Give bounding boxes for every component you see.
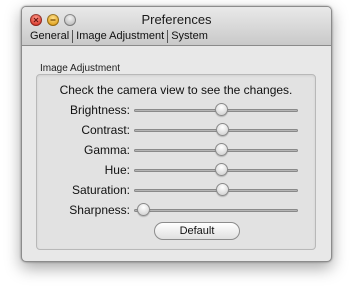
sharpness-slider[interactable] [134,201,298,219]
preferences-window: Preferences General Image Adjustment Sys… [21,6,332,262]
contrast-label: Contrast: [81,123,130,137]
slider-track[interactable] [134,209,298,212]
contrast-slider[interactable] [134,121,298,139]
slider-knob[interactable] [216,183,230,196]
brightness-label: Brightness: [69,103,130,117]
group-title: Image Adjustment [40,63,121,74]
brightness-slider[interactable] [134,101,298,119]
gamma-slider[interactable] [134,141,298,159]
tab-image-adjustment[interactable]: Image Adjustment [72,30,167,43]
hue-row: Hue: [37,161,315,179]
slider-knob[interactable] [214,163,228,176]
default-button[interactable]: Default [154,222,240,240]
window-title: Preferences [141,12,212,27]
hint-text: Check the camera view to see the changes… [59,83,293,97]
tab-bar: General Image Adjustment System [27,30,211,43]
sharpness-label: Sharpness: [69,203,130,217]
sharpness-row: Sharpness: [37,201,315,219]
gamma-row: Gamma: [37,141,315,159]
slider-knob[interactable] [214,103,228,116]
image-adjustment-group: Check the camera view to see the changes… [36,74,316,250]
gamma-label: Gamma: [83,143,130,157]
saturation-slider[interactable] [134,181,298,199]
slider-knob[interactable] [216,123,230,136]
tab-system[interactable]: System [167,30,211,43]
slider-knob[interactable] [214,143,228,156]
saturation-label: Saturation: [71,183,130,197]
hue-label: Hue: [104,163,130,177]
title-bar[interactable]: Preferences General Image Adjustment Sys… [22,7,331,46]
brightness-row: Brightness: [37,101,315,119]
tab-general[interactable]: General [27,30,72,43]
slider-knob[interactable] [137,203,151,216]
hue-slider[interactable] [134,161,298,179]
contrast-row: Contrast: [37,121,315,139]
saturation-row: Saturation: [37,181,315,199]
